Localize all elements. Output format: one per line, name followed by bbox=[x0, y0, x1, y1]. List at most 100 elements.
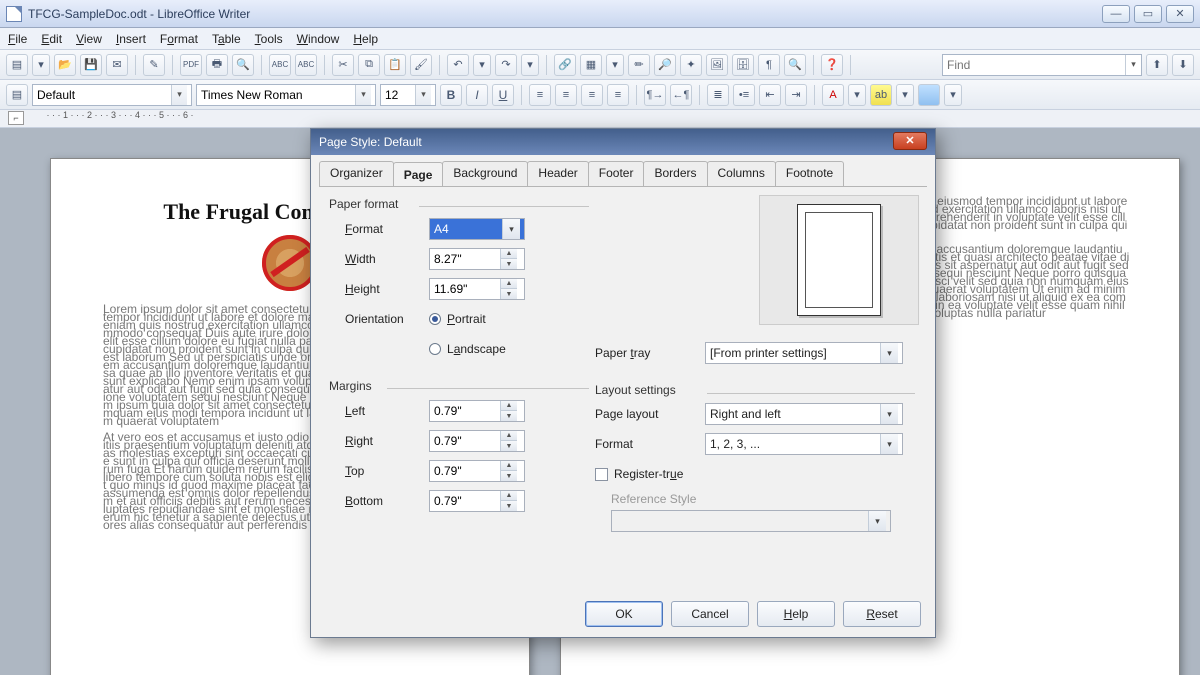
autospell-icon[interactable]: ABC bbox=[295, 54, 317, 76]
find-dropdown-icon[interactable]: ▾ bbox=[1125, 55, 1141, 75]
spin-down-icon[interactable]: ▼ bbox=[501, 259, 517, 269]
gallery-icon[interactable]: 🖼 bbox=[706, 54, 728, 76]
ltr-icon[interactable]: ¶→ bbox=[644, 84, 666, 106]
minimize-button[interactable]: ― bbox=[1102, 5, 1130, 23]
maximize-button[interactable]: ▭ bbox=[1134, 5, 1162, 23]
margin-right-value[interactable] bbox=[430, 434, 500, 448]
align-center-icon[interactable]: ≡ bbox=[555, 84, 577, 106]
table-dropdown-icon[interactable]: ▾ bbox=[606, 54, 624, 76]
nonprint-icon[interactable]: ¶ bbox=[758, 54, 780, 76]
datasources-icon[interactable]: 🗄 bbox=[732, 54, 754, 76]
font-color-icon[interactable]: A bbox=[822, 84, 844, 106]
format-value[interactable] bbox=[430, 222, 502, 236]
menu-edit[interactable]: Edit bbox=[41, 32, 62, 46]
num-format-value[interactable] bbox=[706, 437, 880, 451]
indent-dec-icon[interactable]: ⇤ bbox=[759, 84, 781, 106]
width-input[interactable]: ▲▼ bbox=[429, 248, 525, 270]
help-button[interactable]: Help bbox=[757, 601, 835, 627]
spin-up-icon[interactable]: ▲ bbox=[501, 279, 517, 289]
open-icon[interactable]: 📂 bbox=[54, 54, 76, 76]
reset-button[interactable]: Reset bbox=[843, 601, 921, 627]
paper-tray-combo[interactable]: ▾ bbox=[705, 342, 903, 364]
tab-page[interactable]: Page bbox=[393, 162, 444, 187]
preview-icon[interactable]: 🔍 bbox=[232, 54, 254, 76]
dropdown-icon[interactable]: ▾ bbox=[880, 343, 898, 363]
spellcheck-icon[interactable]: ABC bbox=[269, 54, 291, 76]
new-icon[interactable]: ▤ bbox=[6, 54, 28, 76]
paragraph-style-input[interactable] bbox=[33, 85, 171, 105]
menu-view[interactable]: View bbox=[76, 32, 102, 46]
find-next-icon[interactable]: ⬇ bbox=[1172, 54, 1194, 76]
table-icon[interactable]: ▦ bbox=[580, 54, 602, 76]
orientation-landscape-radio[interactable]: Landscape bbox=[429, 342, 506, 356]
dropdown-icon[interactable]: ▾ bbox=[355, 85, 371, 105]
menu-window[interactable]: Window bbox=[297, 32, 340, 46]
page-layout-combo[interactable]: ▾ bbox=[705, 403, 903, 425]
tab-footer[interactable]: Footer bbox=[588, 161, 645, 186]
dropdown-icon[interactable]: ▾ bbox=[502, 219, 520, 239]
bg-color-icon[interactable] bbox=[918, 84, 940, 106]
email-icon[interactable]: ✉ bbox=[106, 54, 128, 76]
find-input[interactable] bbox=[943, 58, 1125, 72]
horizontal-ruler[interactable]: ⌐ · · · 1 · · · 2 · · · 3 · · · 4 · · · … bbox=[0, 110, 1200, 128]
dropdown-icon[interactable]: ▾ bbox=[415, 85, 431, 105]
rtl-icon[interactable]: ←¶ bbox=[670, 84, 692, 106]
orientation-portrait-radio[interactable]: Portrait bbox=[429, 312, 486, 326]
pdf-icon[interactable]: PDF bbox=[180, 54, 202, 76]
styles-icon[interactable]: ▤ bbox=[6, 84, 28, 106]
menu-tools[interactable]: Tools bbox=[255, 32, 283, 46]
tab-background[interactable]: Background bbox=[442, 161, 528, 186]
tab-type-icon[interactable]: ⌐ bbox=[8, 111, 24, 125]
margin-left-input[interactable]: ▲▼ bbox=[429, 400, 525, 422]
save-icon[interactable]: 💾 bbox=[80, 54, 102, 76]
tab-borders[interactable]: Borders bbox=[643, 161, 707, 186]
font-name-combo[interactable]: ▾ bbox=[196, 84, 376, 106]
paper-tray-value[interactable] bbox=[706, 346, 880, 360]
redo-dropdown-icon[interactable]: ▾ bbox=[521, 54, 539, 76]
margin-bottom-value[interactable] bbox=[430, 494, 500, 508]
navigator-icon[interactable]: ✦ bbox=[680, 54, 702, 76]
help-icon[interactable]: ❓ bbox=[821, 54, 843, 76]
find-replace-icon[interactable]: 🔎 bbox=[654, 54, 676, 76]
menu-format[interactable]: Format bbox=[160, 32, 198, 46]
edit-doc-icon[interactable]: ✎ bbox=[143, 54, 165, 76]
tab-header[interactable]: Header bbox=[527, 161, 588, 186]
dialog-close-button[interactable]: ✕ bbox=[893, 132, 927, 150]
margin-top-input[interactable]: ▲▼ bbox=[429, 460, 525, 482]
numbering-icon[interactable]: ≣ bbox=[707, 84, 729, 106]
bullets-icon[interactable]: •≡ bbox=[733, 84, 755, 106]
clone-format-icon[interactable]: 🖌 bbox=[410, 54, 432, 76]
hyperlink-icon[interactable]: 🔗 bbox=[554, 54, 576, 76]
paste-icon[interactable]: 📋 bbox=[384, 54, 406, 76]
spin-up-icon[interactable]: ▲ bbox=[501, 249, 517, 259]
bg-color-dropdown-icon[interactable]: ▾ bbox=[944, 84, 962, 106]
align-left-icon[interactable]: ≡ bbox=[529, 84, 551, 106]
paragraph-style-combo[interactable]: ▾ bbox=[32, 84, 192, 106]
dialog-titlebar[interactable]: Page Style: Default ✕ bbox=[311, 129, 935, 155]
font-size-input[interactable] bbox=[381, 85, 415, 105]
highlight-dropdown-icon[interactable]: ▾ bbox=[896, 84, 914, 106]
tab-organizer[interactable]: Organizer bbox=[319, 161, 394, 186]
menu-insert[interactable]: Insert bbox=[116, 32, 146, 46]
height-value[interactable] bbox=[430, 282, 500, 296]
copy-icon[interactable]: ⧉ bbox=[358, 54, 380, 76]
indent-inc-icon[interactable]: ⇥ bbox=[785, 84, 807, 106]
find-toolbar[interactable]: ▾ bbox=[942, 54, 1142, 76]
height-input[interactable]: ▲▼ bbox=[429, 278, 525, 300]
cancel-button[interactable]: Cancel bbox=[671, 601, 749, 627]
tab-columns[interactable]: Columns bbox=[707, 161, 776, 186]
undo-icon[interactable]: ↶ bbox=[447, 54, 469, 76]
zoom-icon[interactable]: 🔍 bbox=[784, 54, 806, 76]
align-justify-icon[interactable]: ≡ bbox=[607, 84, 629, 106]
tab-footnote[interactable]: Footnote bbox=[775, 161, 844, 186]
dropdown-icon[interactable]: ▾ bbox=[880, 404, 898, 424]
show-draw-icon[interactable]: ✏ bbox=[628, 54, 650, 76]
align-right-icon[interactable]: ≡ bbox=[581, 84, 603, 106]
menu-help[interactable]: Help bbox=[353, 32, 378, 46]
cut-icon[interactable]: ✂ bbox=[332, 54, 354, 76]
margin-right-input[interactable]: ▲▼ bbox=[429, 430, 525, 452]
num-format-combo[interactable]: ▾ bbox=[705, 433, 903, 455]
margin-top-value[interactable] bbox=[430, 464, 500, 478]
menu-table[interactable]: Table bbox=[212, 32, 241, 46]
font-size-combo[interactable]: ▾ bbox=[380, 84, 436, 106]
